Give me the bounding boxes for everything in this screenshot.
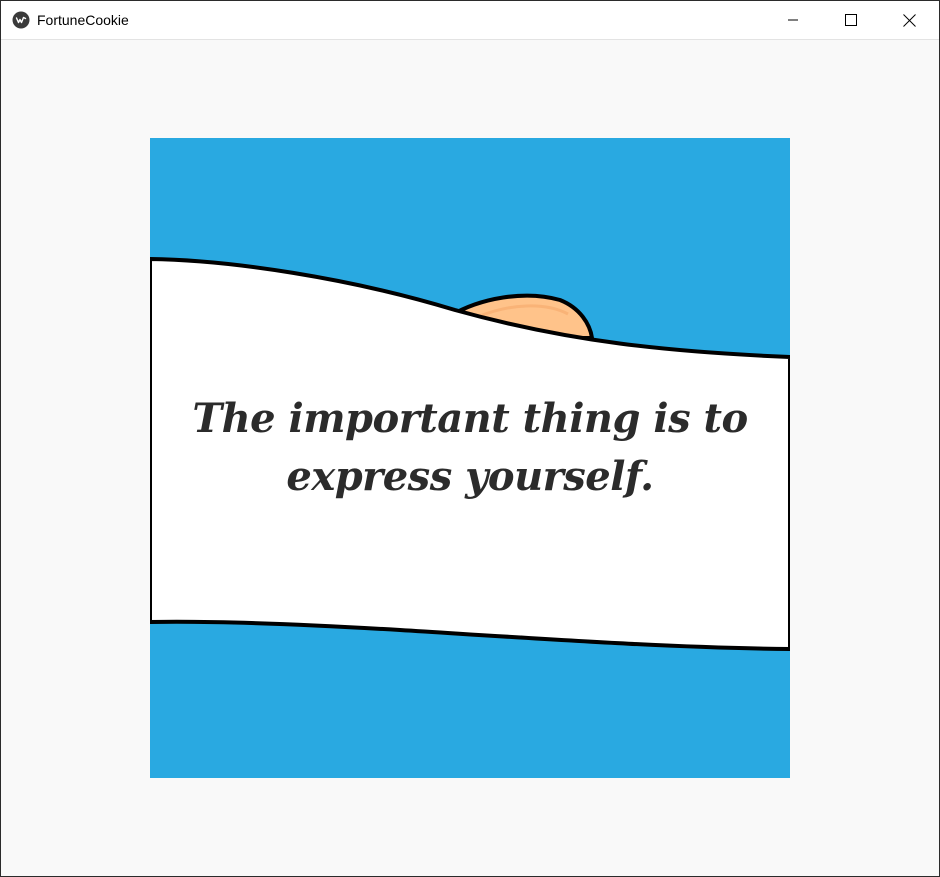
kivy-logo-icon [12,11,30,29]
minimize-icon [787,14,799,26]
close-button[interactable] [880,1,938,39]
window-title: FortuneCookie [37,12,129,28]
maximize-button[interactable] [822,1,880,39]
title-bar[interactable]: FortuneCookie [1,1,939,40]
fortune-message: The important thing is to express yourse… [192,395,748,500]
minimize-button[interactable] [764,1,822,39]
maximize-icon [845,14,857,26]
close-icon [902,13,916,27]
